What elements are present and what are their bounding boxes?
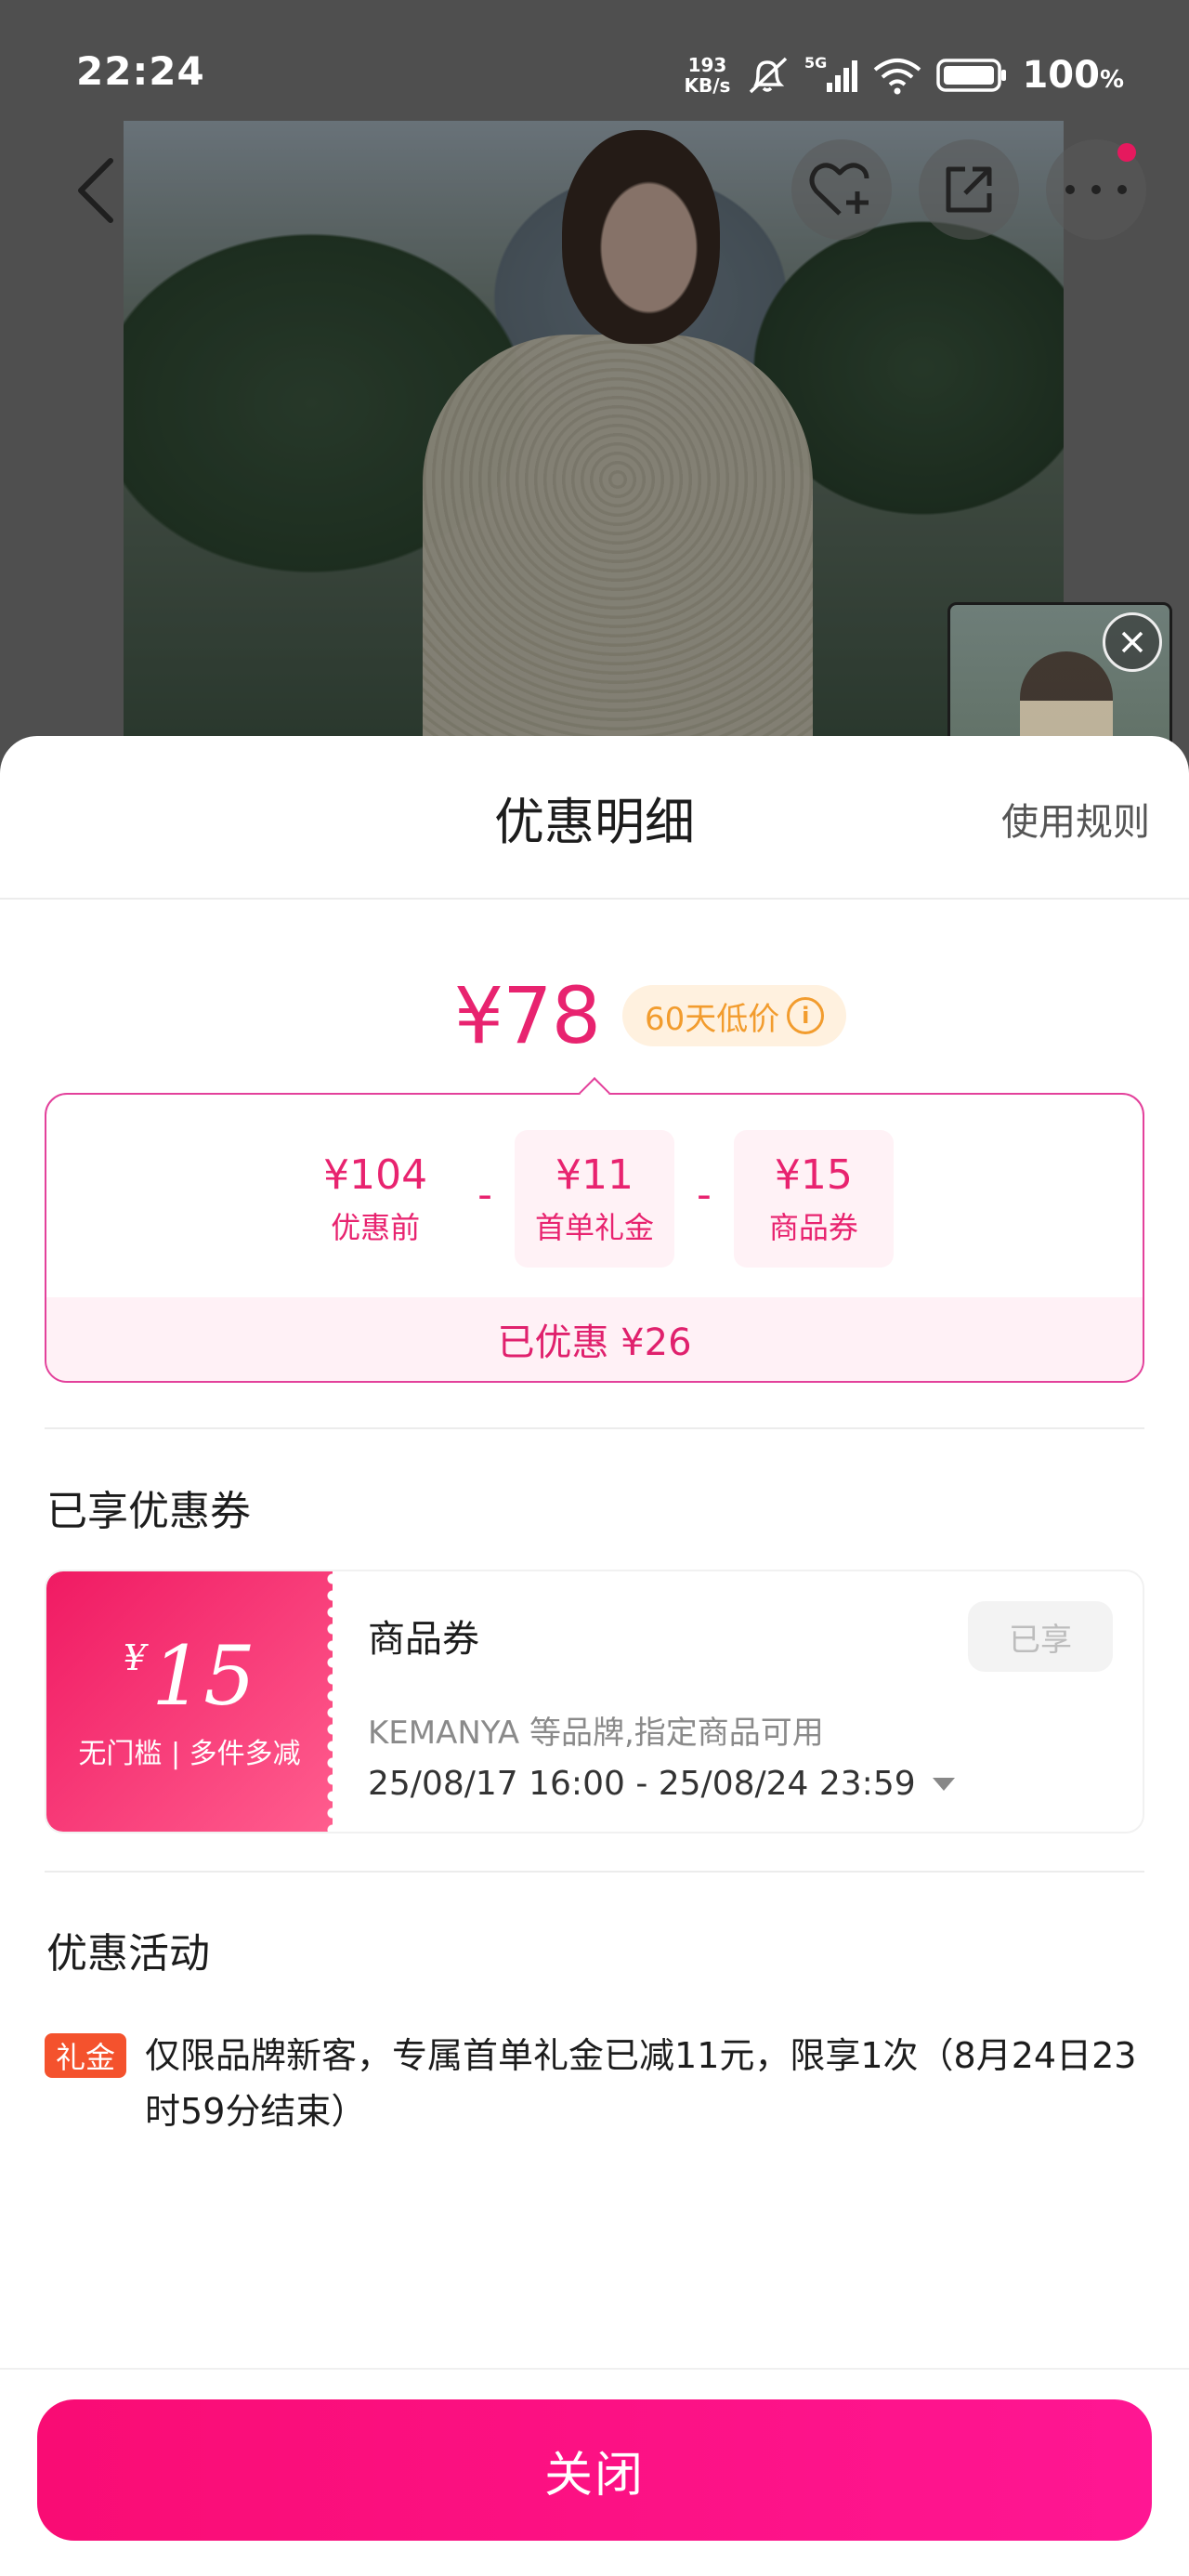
battery-unit: %	[1099, 66, 1124, 94]
breakdown-items: ¥104 优惠前 - ¥11 首单礼金 - ¥15 商品券	[46, 1130, 1143, 1268]
low-price-badge[interactable]: 60天低价 i	[622, 985, 847, 1046]
close-icon	[1121, 631, 1143, 653]
total-saved: 已优惠 ¥26	[46, 1297, 1143, 1381]
low-price-badge-text: 60天低价	[645, 1000, 780, 1038]
notification-dot	[1117, 143, 1136, 162]
breakdown-label: 首单礼金	[534, 1209, 654, 1245]
coupon-status-badge: 已享	[968, 1601, 1113, 1672]
coupon-name: 商品券	[368, 1618, 479, 1661]
breakdown-first-order-gift: ¥11 首单礼金	[515, 1130, 674, 1268]
favorite-button[interactable]	[791, 139, 892, 240]
activity-item: 礼金 仅限品牌新客，专属首单礼金已减11元，限享1次（8月24日23时59分结束…	[45, 2028, 1144, 2139]
coupon-condition: 无门槛 | 多件多减	[78, 1738, 301, 1770]
coupon-card[interactable]: ¥ 15 无门槛 | 多件多减 商品券 已享 KEMANYA 等品牌,指定商品可…	[45, 1570, 1144, 1833]
sheet-header: 优惠明细 使用规则	[0, 736, 1189, 900]
gift-tag: 礼金	[45, 2033, 127, 2078]
signal-5g-icon: 5G	[804, 55, 858, 96]
status-icons: 193 KB/s 5G 100%	[684, 54, 1124, 97]
divider	[45, 1427, 1144, 1429]
caret-down-icon	[932, 1777, 955, 1791]
activity-text: 仅限品牌新客，专属首单礼金已减11元，限享1次（8月24日23时59分结束）	[145, 2035, 1137, 2132]
share-button[interactable]	[919, 139, 1019, 240]
chevron-left-icon	[78, 158, 113, 223]
breakdown-value: ¥15	[774, 1150, 853, 1199]
share-icon	[946, 166, 992, 213]
network-speed: 193 KB/s	[684, 55, 730, 96]
coupon-currency: ¥	[123, 1637, 147, 1678]
price-breakdown: ¥104 优惠前 - ¥11 首单礼金 - ¥15 商品券 已优惠 ¥26	[45, 1093, 1144, 1383]
svg-text:5G: 5G	[804, 55, 827, 72]
battery-icon	[936, 57, 1009, 94]
breakdown-product-coupon: ¥15 商品券	[733, 1130, 894, 1268]
breakdown-original-price: ¥104 优惠前	[295, 1130, 455, 1268]
final-price: ¥78	[453, 970, 601, 1061]
coupon-amount: ¥ 15	[124, 1632, 255, 1721]
breakdown-label: 商品券	[768, 1209, 858, 1245]
bottom-divider	[0, 2368, 1189, 2370]
battery-value: 100	[1022, 54, 1100, 97]
heart-plus-icon	[809, 163, 869, 216]
close-button[interactable]: 关闭	[37, 2399, 1152, 2541]
info-icon: i	[787, 997, 825, 1034]
breakdown-label: 优惠前	[331, 1209, 421, 1245]
coupon-description: KEMANYA 等品牌,指定商品可用	[368, 1715, 824, 1752]
mini-video-close-button[interactable]	[1103, 612, 1162, 672]
coupon-amount-panel: ¥ 15 无门槛 | 多件多减	[46, 1571, 338, 1832]
back-button[interactable]	[63, 153, 128, 228]
more-dots-icon	[1065, 185, 1127, 194]
network-speed-value: 193	[687, 54, 727, 76]
coupon-value: 15	[151, 1628, 256, 1724]
usage-rules-link[interactable]: 使用规则	[1001, 792, 1150, 846]
wifi-icon	[871, 55, 923, 96]
breakdown-value: ¥11	[555, 1150, 634, 1199]
minus-sign: -	[477, 1171, 492, 1218]
divider	[45, 1871, 1144, 1873]
activities-section-title: 优惠活动	[46, 1930, 210, 1978]
status-bar: 22:24 193 KB/s 5G 100%	[0, 0, 1189, 121]
mute-bell-icon	[743, 55, 791, 96]
network-speed-unit: KB/s	[684, 74, 731, 97]
battery-percent: 100%	[1022, 54, 1124, 97]
minus-sign: -	[697, 1171, 712, 1218]
status-time: 22:24	[76, 48, 205, 94]
breakdown-value: ¥104	[323, 1150, 428, 1199]
coupon-validity[interactable]: 25/08/17 16:00 - 25/08/24 23:59	[368, 1765, 955, 1803]
discount-detail-sheet: 优惠明细 使用规则 ¥78 60天低价 i ¥104 优惠前 - ¥11 首单礼…	[0, 736, 1189, 2576]
coupon-validity-text: 25/08/17 16:00 - 25/08/24 23:59	[368, 1765, 916, 1803]
coupons-section-title: 已享优惠券	[46, 1488, 251, 1535]
price-row: ¥78 60天低价 i	[0, 970, 1189, 1061]
